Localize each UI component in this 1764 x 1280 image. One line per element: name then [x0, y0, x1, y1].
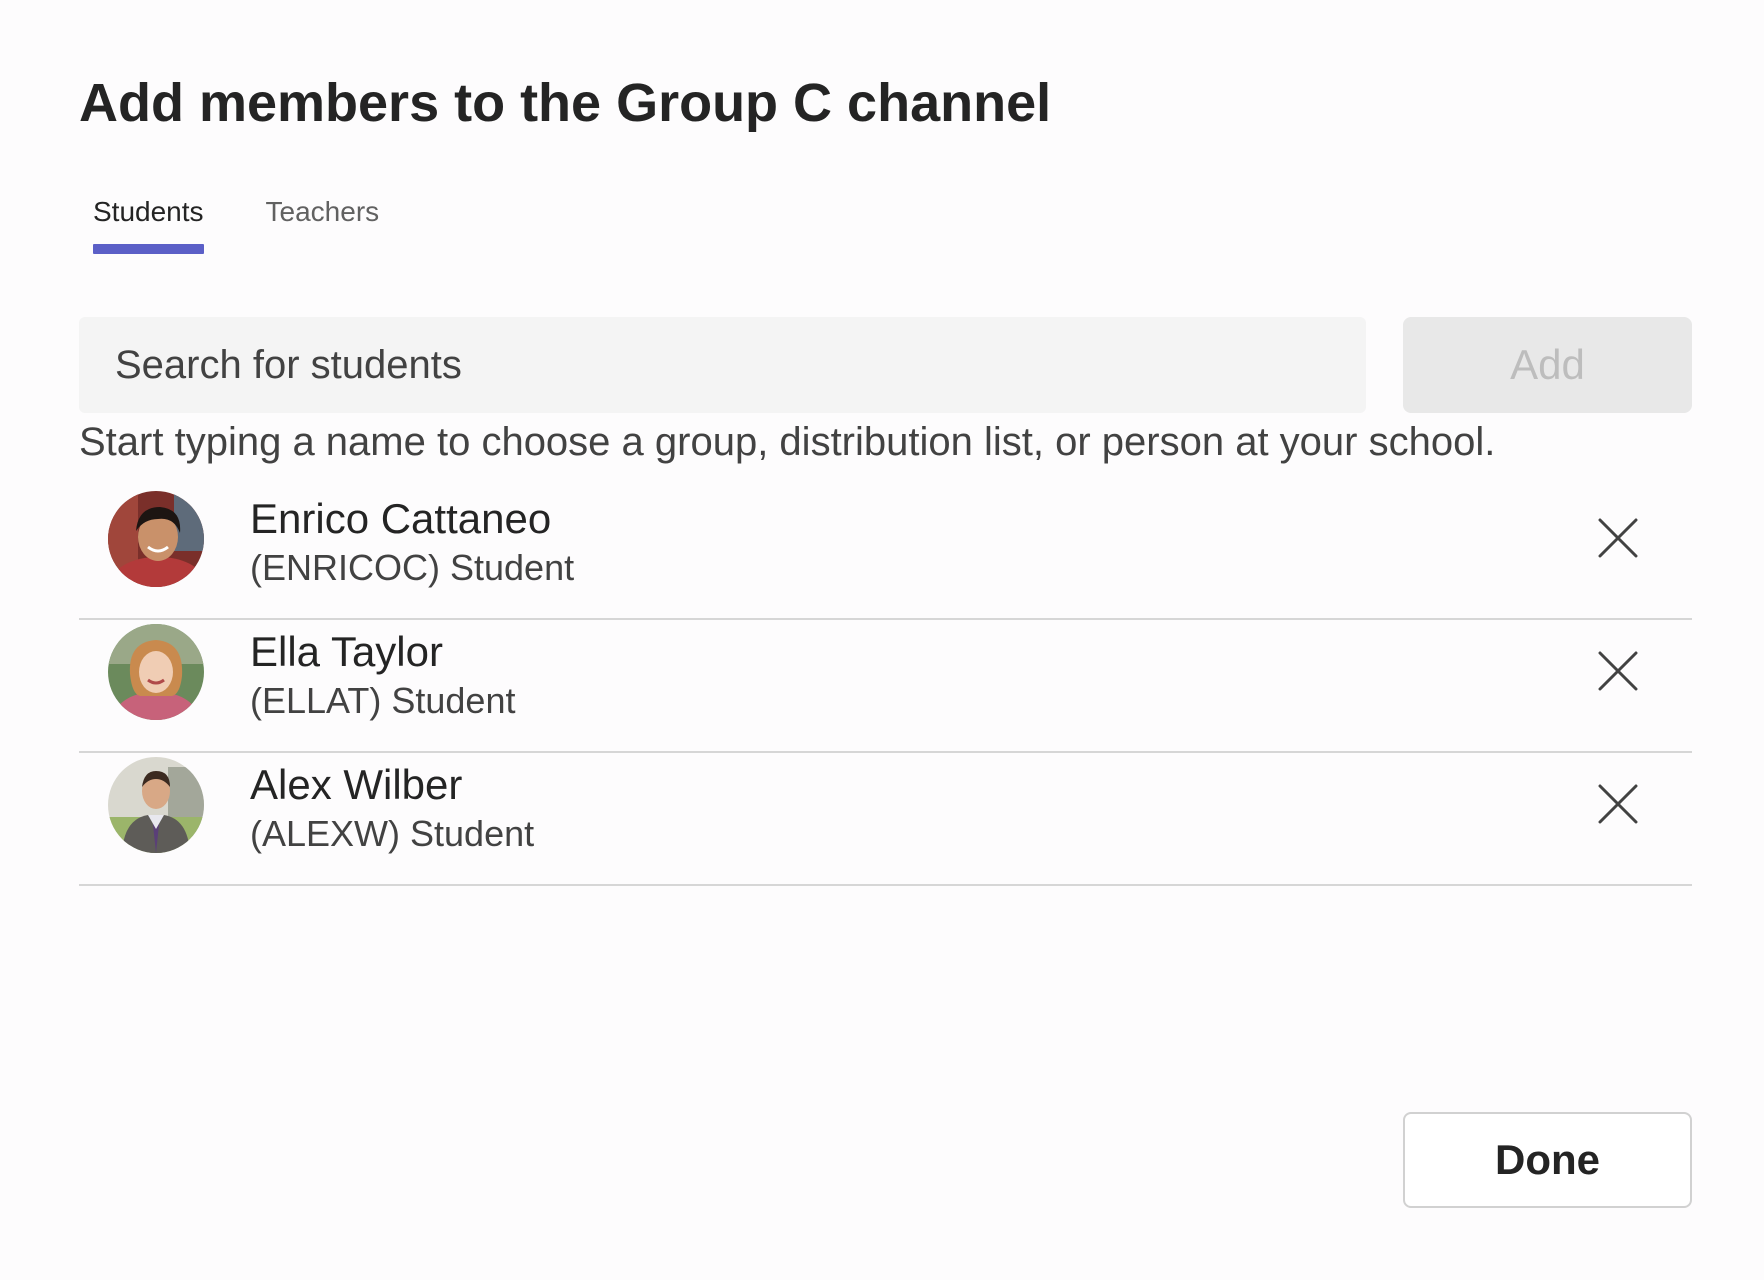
member-name: Alex Wilber — [250, 761, 463, 808]
close-icon — [1598, 784, 1638, 824]
member-list: Enrico Cattaneo (ENRICOC) Student Ella T… — [79, 487, 1692, 886]
close-icon — [1598, 518, 1638, 558]
avatar-photo — [108, 491, 204, 587]
list-item: Enrico Cattaneo (ENRICOC) Student — [79, 487, 1692, 620]
tab-list: Students Teachers — [93, 196, 379, 256]
tab-students[interactable]: Students — [93, 196, 204, 256]
avatar — [108, 624, 204, 720]
member-subtitle: (ELLAT) Student — [250, 680, 516, 721]
remove-member-button[interactable] — [1585, 638, 1651, 704]
search-input[interactable] — [79, 317, 1366, 413]
list-item: Ella Taylor (ELLAT) Student — [79, 620, 1692, 753]
add-members-dialog: Add members to the Group C channel Stude… — [0, 0, 1764, 1280]
member-name: Ella Taylor — [250, 628, 443, 675]
member-subtitle: (ENRICOC) Student — [250, 547, 575, 588]
close-icon — [1598, 651, 1638, 691]
remove-member-button[interactable] — [1585, 771, 1651, 837]
tab-teachers[interactable]: Teachers — [266, 196, 380, 256]
dialog-title: Add members to the Group C channel — [79, 73, 1052, 133]
avatar-photo — [108, 757, 204, 853]
list-item: Alex Wilber (ALEXW) Student — [79, 753, 1692, 886]
search-hint: Start typing a name to choose a group, d… — [79, 420, 1496, 464]
avatar-photo — [108, 624, 204, 720]
member-name: Enrico Cattaneo — [250, 495, 552, 542]
remove-member-button[interactable] — [1585, 505, 1651, 571]
done-button[interactable]: Done — [1403, 1112, 1692, 1208]
member-subtitle: (ALEXW) Student — [250, 813, 535, 854]
avatar — [108, 757, 204, 853]
add-button[interactable]: Add — [1403, 317, 1692, 413]
avatar — [108, 491, 204, 587]
